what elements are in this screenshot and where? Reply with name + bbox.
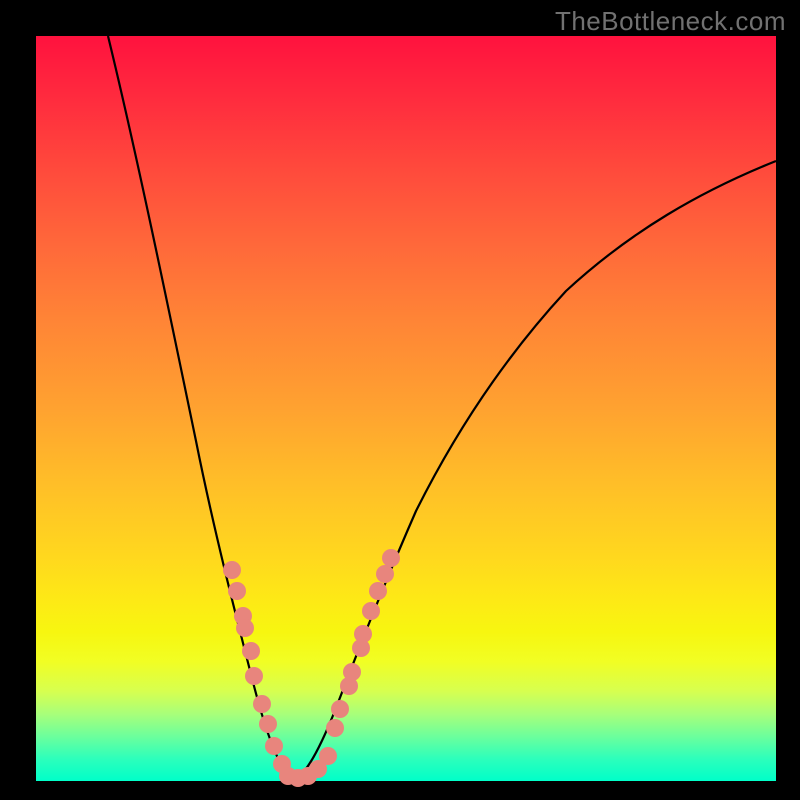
chart-frame: TheBottleneck.com	[0, 0, 800, 800]
curve-layer	[36, 36, 776, 781]
markers-left	[223, 561, 291, 773]
curve-right	[293, 161, 776, 780]
markers-right	[326, 549, 400, 737]
plot-area	[36, 36, 776, 781]
curve-left	[108, 36, 293, 780]
watermark-text: TheBottleneck.com	[555, 6, 786, 37]
